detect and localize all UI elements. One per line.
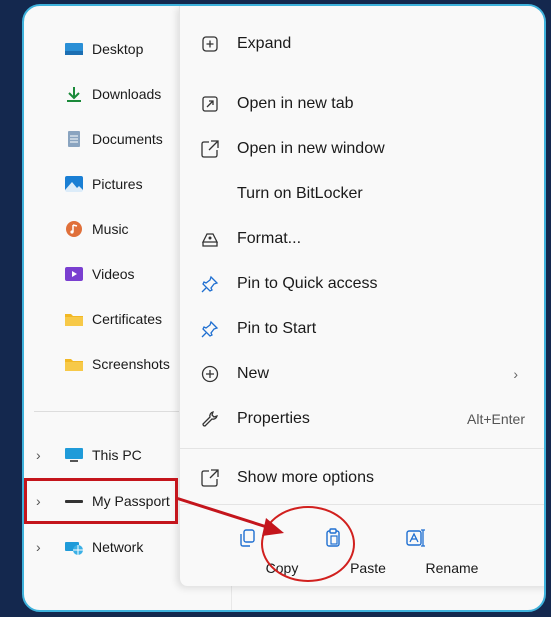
sidebar-item-label: Pictures [92,176,143,192]
menu-item-label: Pin to Start [237,320,317,337]
sidebar-item-label: Desktop [92,41,144,57]
chevron-right-icon[interactable]: › [36,539,41,555]
chevron-right-icon: › [513,366,518,382]
menu-item-pin-quick-access[interactable]: Pin to Quick access [180,264,544,304]
annotation-arrow [175,496,284,536]
pin-icon [200,319,220,339]
rename-icon [382,528,452,552]
show-more-icon [200,468,220,488]
sidebar-item-this-pc[interactable]: › This PC [24,440,184,470]
desktop-icon [65,43,83,55]
plus-circle-icon [200,364,220,384]
sidebar-item-label: Screenshots [92,356,170,372]
sidebar-item-label: Music [92,221,129,237]
sidebar-item-label: Certificates [92,311,163,327]
menu-item-label: Turn on BitLocker [237,185,363,202]
new-tab-icon [200,94,220,114]
folder-icon [65,359,83,371]
download-icon [67,87,81,102]
menu-item-expand[interactable]: Expand [180,24,544,64]
pin-icon [200,274,220,294]
menu-item-pin-start[interactable]: Pin to Start [180,309,544,349]
sidebar-item-label: Documents [92,131,163,147]
menu-item-label: Properties [237,410,310,427]
sidebar-divider [34,411,184,412]
sidebar-item-desktop[interactable]: Desktop [24,34,184,64]
shortcut-hint: Alt+Enter [467,411,525,427]
sidebar-item-documents[interactable]: Documents [24,124,184,154]
menu-item-new[interactable]: New › [180,354,544,394]
sidebar-item-downloads[interactable]: Downloads [24,79,184,109]
sidebar-item-certificates[interactable]: Certificates [24,304,184,334]
rename-label: Rename [425,560,479,576]
plus-square-icon [200,34,220,54]
menu-item-format[interactable]: Format... [180,219,544,259]
menu-item-label: New [237,365,270,382]
videos-icon [65,267,83,281]
pictures-icon [65,176,83,192]
sidebar-item-music[interactable]: Music [24,214,184,244]
rename-button[interactable]: Rename [382,528,478,588]
new-window-icon [200,139,220,159]
wrench-icon [200,409,220,429]
menu-item-label: Open in new tab [237,95,354,112]
sidebar-item-pictures[interactable]: Pictures [24,169,184,199]
sidebar-item-label: Network [92,539,144,555]
menu-item-show-more-options[interactable]: Show more options [180,458,544,498]
menu-item-label: Pin to Quick access [237,275,378,292]
chevron-right-icon[interactable]: › [36,447,41,463]
menu-item-bitlocker[interactable]: Turn on BitLocker [180,174,544,214]
folder-icon [65,314,83,326]
network-icon [65,542,83,555]
music-icon [66,221,82,237]
menu-item-open-new-window[interactable]: Open in new window [180,129,544,169]
sidebar-item-label: This PC [92,447,142,463]
sidebar-item-label: Downloads [92,86,162,102]
file-explorer-window: Desktop Downloads Documents Pictures Mus… [22,4,546,612]
menu-item-label: Expand [237,35,292,52]
annotation-highlight-box [24,478,178,524]
menu-separator [180,448,544,449]
menu-item-label: Show more options [237,469,374,486]
documents-icon [68,131,80,147]
sidebar-item-screenshots[interactable]: Screenshots [24,349,184,379]
menu-item-label: Open in new window [237,140,385,157]
menu-item-label: Format... [237,230,302,247]
sidebar-item-label: Videos [92,266,135,282]
menu-item-open-new-tab[interactable]: Open in new tab [180,84,544,124]
format-icon [200,229,220,249]
sidebar-item-network[interactable]: › Network [24,532,184,562]
pc-icon [65,448,83,462]
menu-item-properties[interactable]: Properties Alt+Enter [180,399,544,439]
sidebar-item-videos[interactable]: Videos [24,259,184,289]
